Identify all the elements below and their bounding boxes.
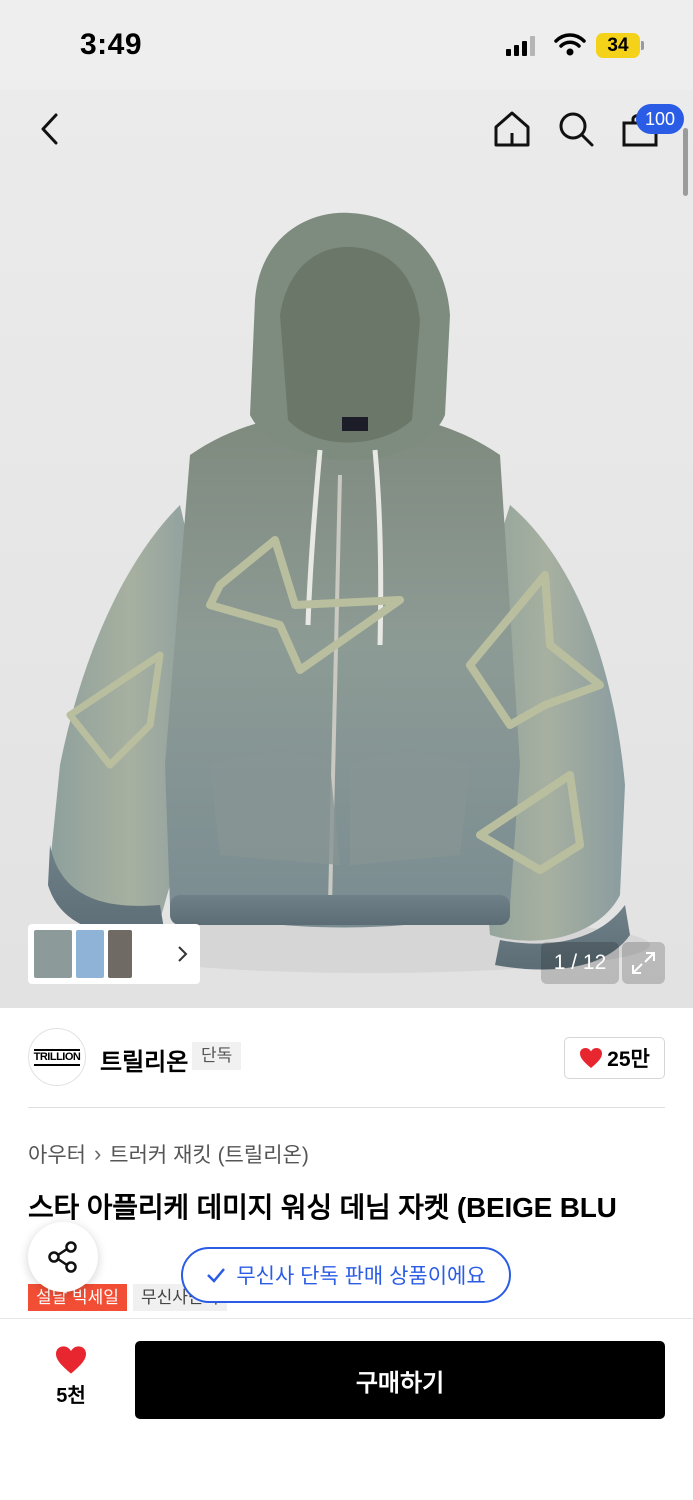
battery-icon: 34: [596, 33, 644, 58]
image-page-counter: 1 / 12: [541, 942, 619, 984]
product-title: 스타 아플리케 데미지 워싱 데님 자켓 (BEIGE BLU: [28, 1192, 617, 1223]
breadcrumb: 아우터 › 트러커 재킷 (트릴리온): [28, 1140, 309, 1168]
wifi-icon: [554, 33, 586, 56]
thumbnail-strip[interactable]: [28, 924, 200, 984]
brand-like-button[interactable]: 25만: [564, 1037, 665, 1079]
expand-button[interactable]: [622, 942, 665, 984]
heart-icon: [56, 1346, 86, 1374]
chevron-right-icon: ›: [93, 1141, 102, 1166]
brand-logo-text: TRILLION: [33, 1048, 81, 1066]
breadcrumb-category[interactable]: 아우터: [28, 1139, 86, 1169]
brand-like-count: 25만: [607, 1048, 650, 1071]
search-icon[interactable]: [556, 109, 596, 149]
scrollbar[interactable]: [683, 128, 688, 196]
bottom-action-bar: 5천 구매하기: [0, 1318, 693, 1500]
home-icon[interactable]: [492, 109, 532, 149]
brand-name[interactable]: 트릴리온: [100, 1042, 188, 1077]
wishlist-count: 5천: [56, 1385, 86, 1407]
divider: [28, 1107, 665, 1108]
brand-exclusive-tag: 단독: [192, 1042, 242, 1070]
status-time: 3:49: [80, 28, 143, 61]
brand-logo[interactable]: TRILLION: [28, 1028, 86, 1086]
cart-count-badge: 100: [636, 104, 684, 134]
breadcrumb-subcategory[interactable]: 트러커 재킷 (트릴리온): [109, 1139, 309, 1169]
product-image[interactable]: [40, 205, 650, 985]
check-icon: [207, 1268, 226, 1283]
brand-row: TRILLION 트릴리온 단독 25만: [28, 1026, 665, 1088]
status-bar: 3:49 34: [0, 0, 693, 90]
heart-icon: [580, 1048, 603, 1068]
top-navigation: [0, 95, 693, 165]
exclusive-notice-text: 무신사 단독 판매 상품이에요: [236, 1265, 486, 1288]
thumbnail-image[interactable]: [76, 930, 104, 978]
buy-button[interactable]: 구매하기: [135, 1341, 665, 1419]
chevron-right-icon[interactable]: [176, 942, 190, 966]
thumbnail-image[interactable]: [34, 930, 72, 978]
share-button[interactable]: [28, 1222, 98, 1292]
battery-level: 34: [596, 33, 640, 58]
thumbnail-image[interactable]: [108, 930, 132, 978]
wishlist-button[interactable]: 5천: [38, 1345, 104, 1409]
share-icon: [48, 1241, 77, 1273]
cellular-signal-icon: [506, 36, 535, 56]
expand-icon: [632, 952, 655, 974]
exclusive-notice-pill: 무신사 단독 판매 상품이에요: [181, 1247, 511, 1303]
back-arrow-icon[interactable]: [34, 107, 70, 151]
